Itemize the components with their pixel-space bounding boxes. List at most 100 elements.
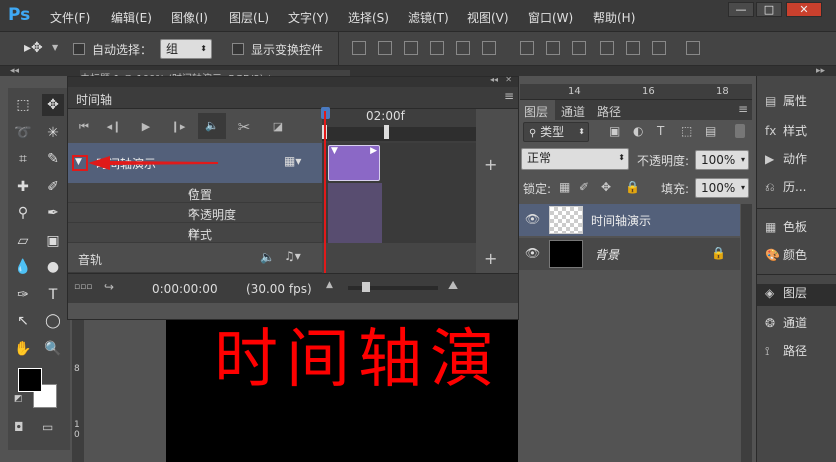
opacity-input[interactable]: 100% ▾ [695,150,749,170]
panel-layers[interactable]: ◈ 图层 [757,284,836,306]
panel-actions[interactable]: ▶ 动作 [765,150,835,172]
distribute-bottom-icon[interactable] [572,41,586,55]
align-top-icon[interactable] [352,41,366,55]
lock-all-icon[interactable]: 🔒 [625,180,640,194]
timeline-property-row[interactable]: ⏱ 位置 [68,183,322,203]
timeline-tab[interactable]: 时间轴 ≡ [68,87,518,109]
panel-menu-icon[interactable]: ≡ [738,102,748,116]
audio-track-row[interactable]: 音轨 🔈 ♫▾ [68,243,322,273]
timeline-property-row[interactable]: ⏱ 不透明度 [68,203,322,223]
menu-edit[interactable]: 编辑(E) [111,9,152,26]
visibility-eye-icon[interactable]: 👁 [525,212,540,226]
quick-mask-icon[interactable]: ◘ [14,420,24,434]
tab-paths[interactable]: 路径 [597,103,621,120]
tab-layers[interactable]: 图层 [524,103,548,120]
panel-collapse-icon[interactable]: ◂◂ [490,75,498,84]
filter-adjustment-icon[interactable]: ◐ [633,124,643,138]
menu-layer[interactable]: 图层(L) [229,9,269,26]
layer-filter-dropdown[interactable]: ⚲ 类型 ⬍ [523,122,589,142]
magic-wand-icon[interactable]: ✳ [42,122,64,144]
zoom-out-icon[interactable]: ▲ [326,280,333,290]
expand-triangle-icon[interactable]: ▼ [75,157,82,167]
tool-preset-chevron-down-icon[interactable]: ▼ [52,43,58,52]
filter-pixel-icon[interactable]: ▣ [609,124,620,138]
panel-swatches[interactable]: ▦ 色板 [765,218,835,240]
menu-select[interactable]: 选择(S) [348,9,389,26]
move-tool-icon[interactable]: ▸✥ [24,40,43,56]
path-select-icon[interactable]: ↖ [12,310,34,332]
crop-tool-icon[interactable]: ⌗ [12,148,34,170]
add-media-icon[interactable]: + [484,155,497,174]
next-frame-icon[interactable]: ❙▸ [168,118,188,136]
speaker-icon[interactable]: 🔈 [260,250,275,264]
panel-history[interactable]: ⎌ 历... [765,178,835,200]
filter-shape-icon[interactable]: ⬚ [681,124,692,138]
maximize-button[interactable]: □ [756,2,782,17]
filter-toggle-icon[interactable] [735,124,745,138]
lasso-tool-icon[interactable]: ➰ [12,122,34,144]
align-left-icon[interactable] [430,41,444,55]
expand-chevrons-icon[interactable]: ▸▸ [816,66,825,76]
hand-tool-icon[interactable]: ✋ [12,338,34,360]
align-bottom-icon[interactable] [404,41,418,55]
minimize-button[interactable]: — [728,2,754,17]
layers-scrollbar[interactable] [741,204,752,462]
blend-mode-dropdown[interactable]: 正常 ⬍ [521,148,629,170]
distribute-right-icon[interactable] [652,41,666,55]
add-audio-icon[interactable]: + [484,249,497,268]
ellipse-tool-icon[interactable]: ◯ [42,310,64,332]
blur-tool-icon[interactable]: 💧 [12,256,34,278]
split-scissors-icon[interactable]: ✂ [234,118,254,136]
play-icon[interactable]: ▶ [136,118,156,136]
clip-start-triangle-icon[interactable]: ▼ [331,146,338,156]
default-colors-icon[interactable]: ◩ [14,394,23,404]
screen-mode-icon[interactable]: ▭ [42,420,53,434]
panel-styles[interactable]: fx 样式 [765,122,835,144]
layer-item-selected[interactable]: 👁 时间轴演示 [519,204,740,236]
transition-icon[interactable]: ◪ [268,118,288,136]
clone-stamp-icon[interactable]: ⚲ [12,202,34,224]
panel-paths[interactable]: ⟟ 路径 [765,342,835,364]
foreground-color-swatch[interactable] [18,368,42,392]
timeline-track-area[interactable]: ▼ ▶ [322,111,476,273]
distribute-top-icon[interactable] [520,41,534,55]
lock-pixels-icon[interactable]: ✐ [579,180,589,194]
type-tool-icon[interactable]: T [42,284,64,306]
collapse-chevrons-icon[interactable]: ◂◂ [10,66,19,76]
zoom-tool-icon[interactable]: 🔍 [42,338,64,360]
frame-mode-icon[interactable]: ▫▫▫ [74,282,92,292]
panel-close-icon[interactable]: ✕ [505,75,512,84]
pen-tool-icon[interactable]: ✑ [12,284,34,306]
clip-end-triangle-icon[interactable]: ▶ [370,146,377,156]
go-to-first-frame-icon[interactable]: ⏮ [74,118,94,136]
panel-menu-icon[interactable]: ≡ [504,89,514,103]
healing-brush-icon[interactable]: ✚ [12,176,34,198]
align-right-icon[interactable] [482,41,496,55]
work-area-bar[interactable] [322,127,476,141]
eraser-icon[interactable]: ▱ [12,230,34,252]
document-canvas[interactable]: 时间轴演 [166,320,518,462]
eyedropper-icon[interactable]: ✎ [42,148,64,170]
music-note-icon[interactable]: ♫▾ [284,249,301,263]
gradient-tool-icon[interactable]: ▣ [42,230,64,252]
timeline-property-row[interactable]: ⏱ 样式 [68,223,322,243]
time-ruler[interactable]: 02:00f [321,107,476,143]
previous-frame-icon[interactable]: ◂❙ [104,118,124,136]
menu-window[interactable]: 窗口(W) [528,9,573,26]
zoom-in-icon[interactable]: ⛰ [448,278,458,293]
close-button[interactable]: ✕ [786,2,822,17]
menu-type[interactable]: 文字(Y) [288,9,329,26]
show-transform-checkbox[interactable] [232,43,244,55]
menu-view[interactable]: 视图(V) [467,9,509,26]
auto-select-dropdown[interactable]: 组 ⬍ [160,39,212,59]
visibility-eye-icon[interactable]: 👁 [525,246,540,260]
align-vcenter-icon[interactable] [378,41,392,55]
video-clip[interactable]: ▼ ▶ [328,145,380,181]
timeline-layer-row[interactable]: ▼ 时间轴演示 ▦▾ [68,143,322,183]
marquee-tool-icon[interactable]: ⬚ [12,94,34,116]
panel-properties[interactable]: ▤ 属性 [765,92,835,114]
lock-position-icon[interactable]: ✥ [601,180,611,194]
dodge-tool-icon[interactable]: ● [42,256,64,278]
layer-item[interactable]: 👁 背景 🔒 [519,238,740,270]
filter-type-icon[interactable]: T [657,124,664,138]
